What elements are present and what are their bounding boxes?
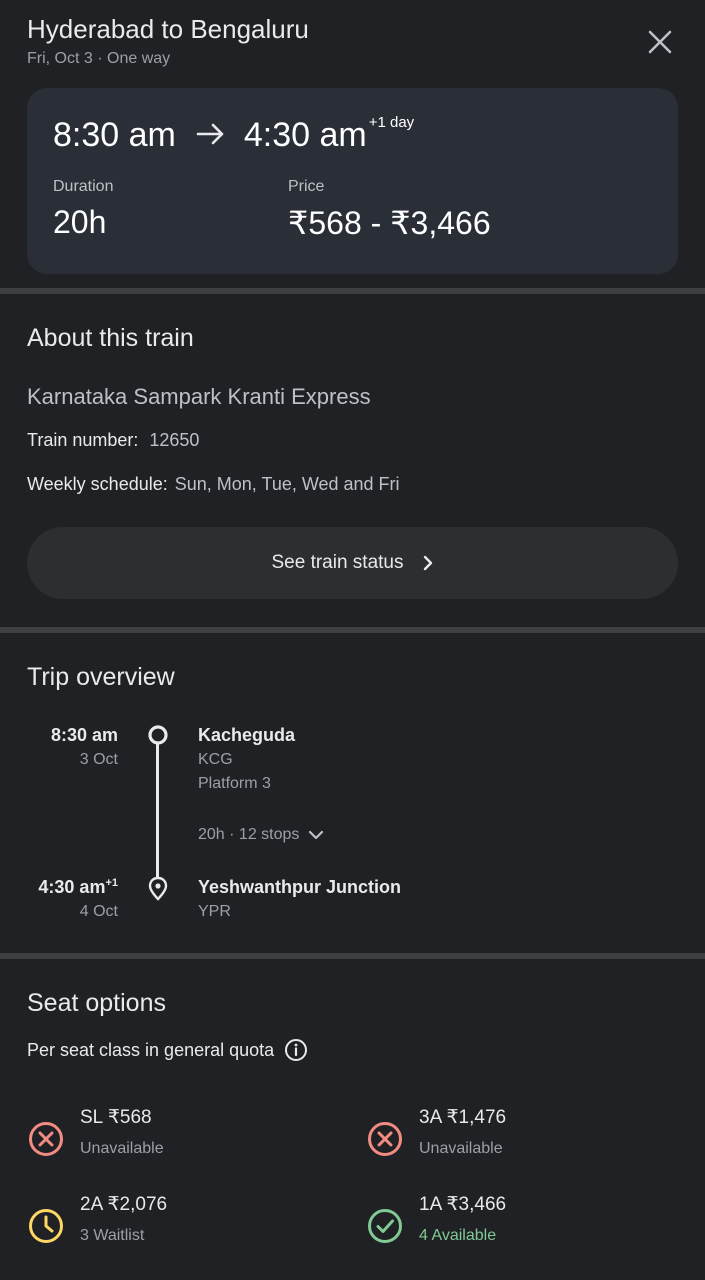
seat-options-heading: Seat options (27, 989, 166, 1017)
duration-label: Duration (53, 178, 114, 195)
clock-icon (29, 1209, 63, 1243)
seat-class-price: 3A ₹1,476 (419, 1107, 507, 1128)
chevron-right-icon (422, 554, 434, 572)
train-name: Karnataka Sampark Kranti Express (27, 384, 371, 409)
about-train-heading: About this train (27, 324, 194, 352)
price-value: ₹568 - ₹3,466 (288, 205, 491, 241)
origin-date: 3 Oct (79, 751, 118, 768)
section-divider (0, 627, 705, 633)
seat-status: Unavailable (419, 1140, 503, 1157)
origin-code: KCG (198, 751, 233, 768)
seat-status: 3 Waitlist (80, 1227, 145, 1244)
weekly-schedule-row: Weekly schedule: Sun, Mon, Tue, Wed and … (27, 474, 400, 495)
destination-time: 4:30 am+1 (38, 877, 118, 898)
destination-station: Yeshwanthpur Junction (198, 877, 402, 897)
origin-station: Kacheguda (198, 725, 296, 745)
route-line (156, 744, 159, 878)
train-details-page: Hyderabad to Bengaluru Fri, Oct 3 · One … (0, 0, 705, 1280)
seat-option-2a: 2A ₹2,076 3 Waitlist (27, 1193, 327, 1263)
trip-overview-heading: Trip overview (27, 663, 175, 691)
close-icon (648, 30, 672, 54)
seat-option-3a: 3A ₹1,476 Unavailable (366, 1106, 666, 1176)
destination-code: YPR (198, 903, 231, 920)
stops-summary: 20h · 12 stops (198, 826, 300, 843)
price-label: Price (288, 178, 325, 195)
see-train-status-button[interactable]: See train status (27, 527, 678, 599)
arrival-time: 4:30 am (243, 116, 367, 154)
destination-time-value: 4:30 am (38, 877, 106, 897)
check-circle-icon (368, 1209, 402, 1243)
section-divider (0, 288, 705, 294)
page-subtitle: Fri, Oct 3 · One way (27, 50, 171, 67)
origin-time: 8:30 am (50, 725, 118, 745)
seat-option-sl: SL ₹568 Unavailable (27, 1106, 327, 1176)
destination-date: 4 Oct (79, 903, 118, 920)
destination-plus-day: +1 (105, 877, 118, 889)
x-circle-icon (368, 1122, 402, 1156)
expand-stops-toggle[interactable]: 20h · 12 stops (198, 826, 325, 844)
seat-status: 4 Available (419, 1227, 497, 1244)
quota-text: Per seat class in general quota (27, 1039, 275, 1060)
plus-day-badge: +1 day (368, 114, 415, 131)
train-number-value: 12650 (149, 430, 200, 450)
section-divider (0, 953, 705, 959)
weekly-schedule-label: Weekly schedule: (27, 474, 168, 494)
departure-time: 8:30 am (53, 116, 176, 154)
train-number-label: Train number: (27, 430, 139, 450)
seat-class-price: 1A ₹3,466 (419, 1194, 507, 1215)
duration-value: 20h (53, 204, 107, 240)
journey-times: 8:30 am 4:30 am +1 day (53, 114, 415, 155)
seat-option-1a: 1A ₹3,466 4 Available (366, 1193, 666, 1263)
header: Hyderabad to Bengaluru Fri, Oct 3 · One … (27, 12, 678, 74)
train-number-row: Train number: 12650 (27, 430, 199, 451)
arrow-right-icon (196, 122, 226, 146)
quota-row: Per seat class in general quota (27, 1038, 308, 1062)
info-icon[interactable] (284, 1038, 308, 1062)
seat-class-price: 2A ₹2,076 (80, 1194, 168, 1215)
seat-status: Unavailable (80, 1140, 164, 1157)
weekly-schedule-value: Sun, Mon, Tue, Wed and Fri (174, 474, 400, 494)
close-button[interactable] (642, 24, 678, 60)
page-title: Hyderabad to Bengaluru (27, 14, 309, 44)
chevron-down-icon (309, 830, 324, 840)
destination-pin-icon (148, 876, 168, 901)
origin-circle-icon (148, 725, 168, 745)
x-circle-icon (29, 1122, 63, 1156)
journey-summary-card: 8:30 am 4:30 am +1 day Duration 20h Pric… (27, 88, 678, 274)
seat-class-price: SL ₹568 (80, 1107, 152, 1128)
see-train-status-label: See train status (271, 552, 404, 573)
origin-platform: Platform 3 (198, 775, 271, 792)
